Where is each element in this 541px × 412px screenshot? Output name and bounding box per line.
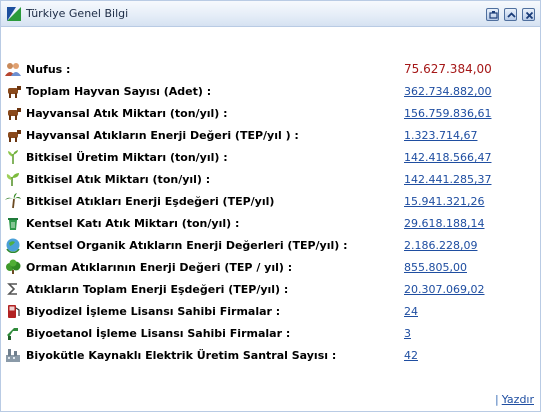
list-item: Kentsel Katı Atık Miktarı (ton/yıl) : 29… <box>1 214 540 236</box>
power-plant-icon <box>6 349 20 362</box>
recycle-globe-icon <box>6 238 20 253</box>
list-item: Atıkların Toplam Enerji Eşdeğeri (TEP/yı… <box>1 280 540 302</box>
collapse-icon <box>507 12 516 18</box>
sprout-icon <box>8 150 18 164</box>
row-value-link[interactable]: 42 <box>404 349 418 362</box>
list-item: Hayvansal Atık Miktarı (ton/yıl) : 156.7… <box>1 104 540 126</box>
row-label: Orman Atıklarının Enerji Değeri (TEP / y… <box>26 261 293 274</box>
row-label: Bitkisel Atıkları Enerji Eşdeğeri (TEP/y… <box>26 195 275 208</box>
row-label: Nufus : <box>26 63 71 76</box>
list-item: Biyodizel İşleme Lisansı Sahibi Firmalar… <box>1 302 540 324</box>
cow-icon <box>8 86 21 98</box>
row-label: Hayvansal Atık Miktarı (ton/yıl) : <box>26 107 228 120</box>
list-item: Toplam Hayvan Sayısı (Adet) : 362.734.88… <box>1 82 540 104</box>
row-label: Kentsel Organik Atıkların Enerji Değerle… <box>26 239 348 252</box>
list-item: Bitkisel Atıkları Enerji Eşdeğeri (TEP/y… <box>1 192 540 214</box>
print-link[interactable]: Yazdır <box>502 393 534 406</box>
panel-title: Türkiye Genel Bilgi <box>26 7 129 20</box>
sigma-icon <box>7 283 17 295</box>
close-icon <box>525 11 534 20</box>
row-value-link[interactable]: 142.441.285,37 <box>404 173 491 186</box>
list-item: Bitkisel Üretim Miktarı (ton/yıl) : 142.… <box>1 148 540 170</box>
row-label: Atıkların Toplam Enerji Eşdeğeri (TEP/yı… <box>26 283 289 296</box>
list-item: Hayvansal Atıkların Enerji Değeri (TEP/y… <box>1 126 540 148</box>
row-value-link[interactable]: 855.805,00 <box>404 261 467 274</box>
palm-icon <box>5 193 21 209</box>
row-value-link[interactable]: 362.734.882,00 <box>404 85 491 98</box>
row-value: 75.627.384,00 <box>404 62 492 76</box>
people-icon <box>5 63 21 76</box>
list-item: Biyokütle Kaynaklı Elektrik Üretim Santr… <box>1 346 540 368</box>
row-label: Kentsel Katı Atık Miktarı (ton/yıl) : <box>26 217 240 230</box>
pin-icon <box>489 11 498 19</box>
row-value-link[interactable]: 3 <box>404 327 411 340</box>
info-panel: Türkiye Genel Bilgi Nufus : 75.627.384,0… <box>0 0 541 412</box>
close-button[interactable] <box>522 8 535 21</box>
row-value-link[interactable]: 142.418.566,47 <box>404 151 491 164</box>
tree-icon <box>6 259 21 274</box>
list-item: Orman Atıklarının Enerji Değeri (TEP / y… <box>1 258 540 280</box>
row-label: Bitkisel Üretim Miktarı (ton/yıl) : <box>26 151 228 164</box>
panel-footer: | Yazdır <box>495 393 534 406</box>
list-item: Nufus : 75.627.384,00 <box>1 60 540 82</box>
row-label: Toplam Hayvan Sayısı (Adet) : <box>26 85 212 98</box>
cow-icon <box>8 108 21 120</box>
pin-button[interactable] <box>486 8 499 21</box>
row-label: Hayvansal Atıkların Enerji Değeri (TEP/y… <box>26 129 299 142</box>
row-label: Biyoetanol İşleme Lisansı Sahibi Firmala… <box>26 327 291 340</box>
plant-icon <box>6 173 19 186</box>
row-label: Bitkisel Atık Miktarı (ton/yıl) : <box>26 173 211 186</box>
row-value-link[interactable]: 29.618.188,14 <box>404 217 484 230</box>
row-value-link[interactable]: 2.186.228,09 <box>404 239 477 252</box>
footer-divider: | <box>495 393 499 406</box>
list-item: Kentsel Organik Atıkların Enerji Değerle… <box>1 236 540 258</box>
list-item: Bitkisel Atık Miktarı (ton/yıl) : 142.44… <box>1 170 540 192</box>
app-logo-icon <box>7 7 21 21</box>
collapse-button[interactable] <box>504 8 517 21</box>
row-value-link[interactable]: 20.307.069,02 <box>404 283 484 296</box>
cow-icon <box>8 130 21 142</box>
recycle-bin-icon <box>8 218 18 230</box>
list-item: Biyoetanol İşleme Lisansı Sahibi Firmala… <box>1 324 540 346</box>
row-value-link[interactable]: 1.323.714,67 <box>404 129 477 142</box>
row-label: Biyodizel İşleme Lisansı Sahibi Firmalar… <box>26 305 281 318</box>
row-value-link[interactable]: 15.941.321,26 <box>404 195 484 208</box>
row-label: Biyokütle Kaynaklı Elektrik Üretim Santr… <box>26 349 337 362</box>
panel-titlebar: Türkiye Genel Bilgi <box>1 1 540 27</box>
nozzle-icon <box>7 328 18 340</box>
row-value-link[interactable]: 156.759.836,61 <box>404 107 491 120</box>
fuel-pump-icon <box>8 305 20 318</box>
row-value-link[interactable]: 24 <box>404 305 418 318</box>
